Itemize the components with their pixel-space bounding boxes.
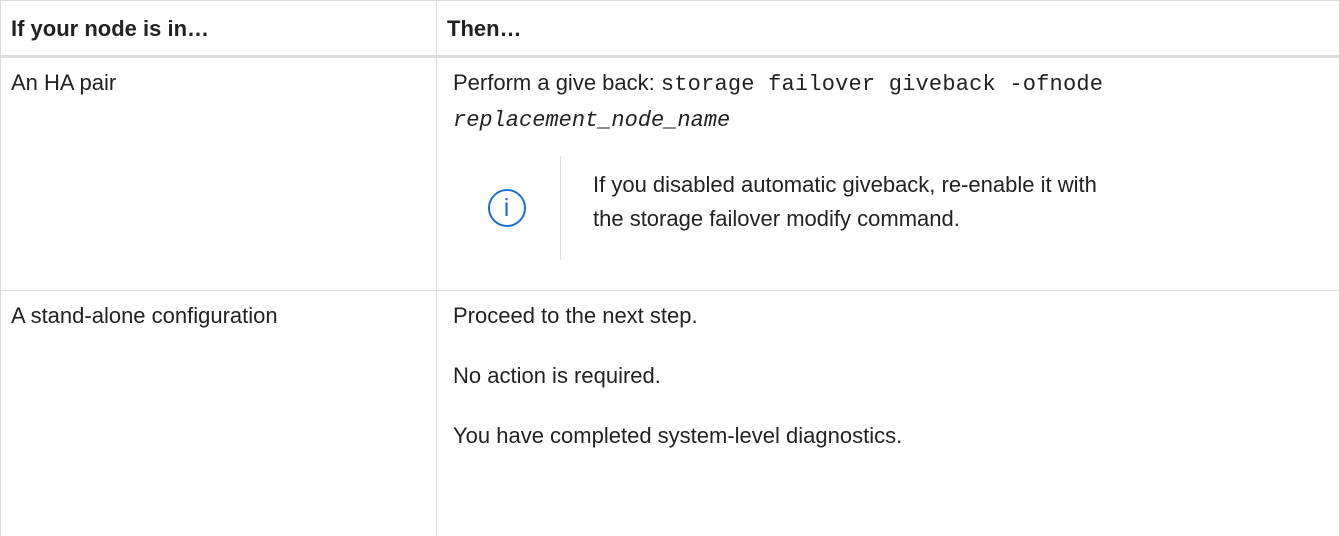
- giveback-command: storage failover giveback -ofnode: [661, 72, 1103, 97]
- paragraph-next-step: Proceed to the next step.: [453, 299, 1339, 333]
- action-cell: Perform a give back: storage failover gi…: [437, 57, 1339, 291]
- command-argument: replacement_node_name: [453, 108, 730, 133]
- condition-text: An HA pair: [11, 70, 116, 95]
- note-text: If you disabled automatic giveback, re-e…: [561, 156, 1113, 260]
- paragraph-no-action: No action is required.: [453, 359, 1339, 393]
- table-row: An HA pair Perform a give back: storage …: [1, 57, 1339, 291]
- paragraph-completed: You have completed system-level diagnost…: [453, 419, 1339, 453]
- instruction-text: Perform a give back:: [453, 70, 661, 95]
- column-header-action: Then…: [437, 1, 1339, 57]
- table-row: A stand-alone configuration Proceed to t…: [1, 291, 1339, 536]
- table-header-row: If your node is in… Then…: [1, 1, 1339, 57]
- note-icon-column: i: [453, 156, 561, 260]
- condition-cell: An HA pair: [1, 57, 437, 291]
- info-note: i If you disabled automatic giveback, re…: [453, 156, 1339, 260]
- giveback-instruction: Perform a give back: storage failover gi…: [453, 66, 1339, 138]
- action-cell: Proceed to the next step. No action is r…: [437, 291, 1339, 536]
- condition-cell: A stand-alone configuration: [1, 291, 437, 536]
- info-icon: i: [488, 189, 526, 227]
- node-action-table: If your node is in… Then… An HA pair Per…: [0, 0, 1339, 536]
- condition-text: A stand-alone configuration: [11, 303, 278, 328]
- column-header-condition: If your node is in…: [1, 1, 437, 57]
